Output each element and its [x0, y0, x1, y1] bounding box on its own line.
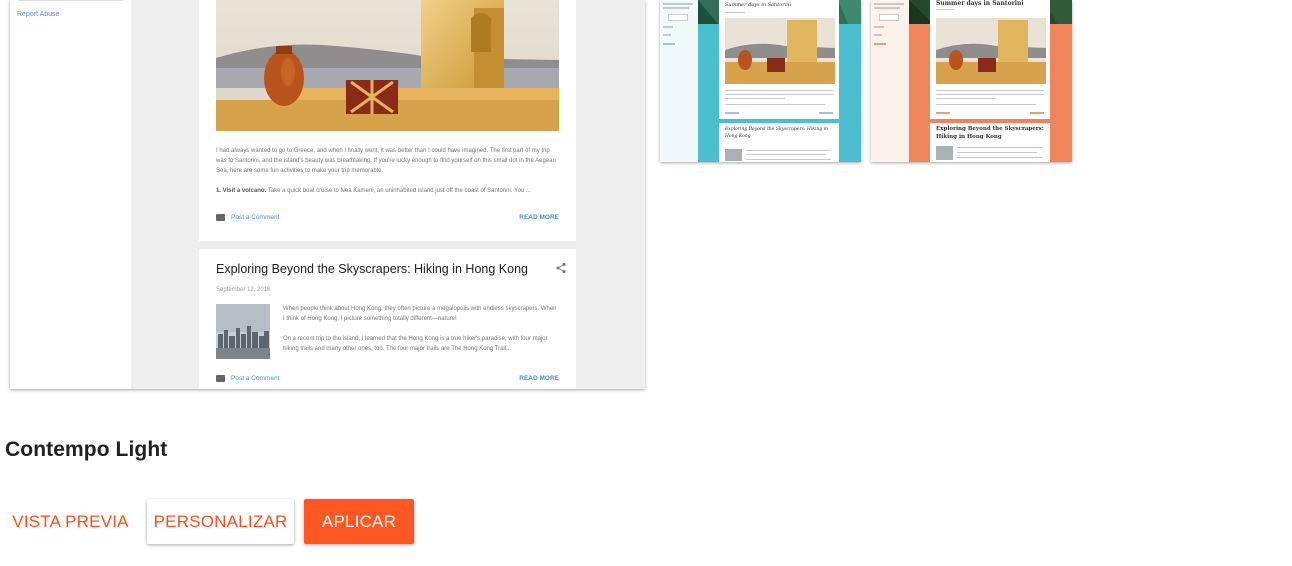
thumb-santorini-image	[936, 18, 1046, 84]
post-title: Exploring Beyond the Skyscrapers: Hiking…	[216, 262, 528, 276]
post-comment-link[interactable]: Post a Comment	[231, 375, 279, 382]
preview-button[interactable]: VISTA PREVIA	[4, 499, 137, 544]
post-date: September 12, 2016	[216, 287, 271, 293]
hongkong-thumbnail-image	[216, 304, 270, 359]
thumb-post-1: Summer days in Santorini	[719, 0, 839, 119]
read-more-link[interactable]: READ MORE	[519, 214, 559, 221]
thumb-post-title: Summer days in Santorini	[725, 2, 792, 8]
sidebar-divider	[18, 0, 123, 1]
post-excerpt: When people think about Hong Kong, they …	[283, 306, 557, 322]
preview-sidebar: Report Abuse	[10, 0, 131, 389]
post-excerpt-item: 1. Visit a volcano. Take a quick boat cr…	[216, 186, 559, 196]
thumb-post-title: Summer days in Santorini	[936, 0, 1024, 7]
item-text: Take a quick boat cruise to Nea Kameni, …	[267, 188, 531, 194]
apply-button[interactable]: APLICAR	[304, 499, 414, 544]
share-icon[interactable]	[555, 262, 567, 274]
preview-post-santorini: I had always wanted to go to Greece, and…	[199, 0, 576, 241]
theme-name: Contempo Light	[5, 438, 168, 461]
read-more-link[interactable]: READ MORE	[519, 375, 559, 382]
thumb-post-title: Exploring Beyond the Skyscrapers: Hiking…	[725, 127, 828, 139]
theme-preview-main[interactable]: Report Abuse I had always wanted to go t…	[10, 0, 645, 389]
thumb-post-2: Exploring Beyond the Skyscrapers: Hiking…	[719, 123, 839, 162]
theme-variant-thumbnail-coral[interactable]: Summer days in Santorini Exploring Beyon…	[871, 0, 1072, 162]
post-excerpt: I had always wanted to go to Greece, and…	[216, 148, 556, 174]
post-actions: Post a Comment READ MORE	[216, 214, 559, 224]
thumb-sidebar	[660, 0, 698, 162]
item-number: 1. Visit a volcano.	[216, 188, 267, 194]
post-excerpt-2: On a recent trip to the island, I learne…	[283, 336, 548, 352]
comment-icon	[216, 375, 225, 382]
thumb-post-1: Summer days in Santorini	[930, 0, 1050, 119]
thumb-post-title: Exploring Beyond the Skyscrapers: Hiking…	[936, 126, 1044, 140]
thumb-sidebar	[871, 0, 909, 162]
post-actions: Post a Comment READ MORE	[216, 375, 559, 385]
theme-variant-thumbnail-teal[interactable]: Summer days in Santorini Exploring Beyon…	[660, 0, 861, 162]
report-abuse-link: Report Abuse	[17, 11, 60, 18]
customize-button[interactable]: PERSONALIZAR	[147, 499, 294, 544]
santorini-hero-image	[216, 0, 559, 131]
thumb-santorini-image	[725, 18, 835, 84]
post-comment-link[interactable]: Post a Comment	[231, 214, 279, 221]
thumb-post-2: Exploring Beyond the Skyscrapers: Hiking…	[930, 123, 1050, 162]
preview-post-hongkong: Exploring Beyond the Skyscrapers: Hiking…	[199, 249, 576, 389]
comment-icon	[216, 214, 225, 221]
